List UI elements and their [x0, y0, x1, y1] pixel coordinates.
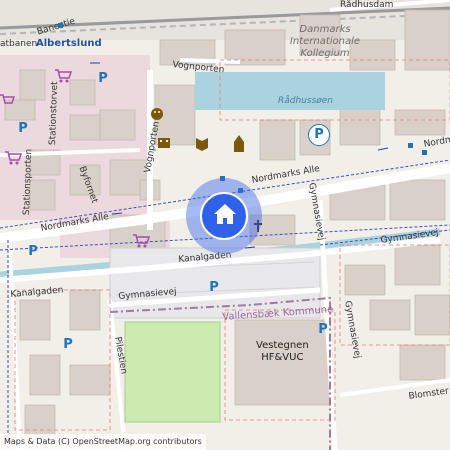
school-label-line1: Vestegnen [256, 340, 309, 351]
street-label-radhusdam: Rådhusdam [340, 0, 394, 10]
school-label[interactable]: Vestegnen HF&VUC [256, 340, 309, 364]
map-attribution[interactable]: Maps & Data (C) OpenStreetMap.org contri… [0, 434, 206, 450]
parking-icon[interactable]: P [96, 72, 110, 86]
parking-icon[interactable]: P [316, 323, 330, 337]
map-view[interactable]: Albertslund atbanen Banestie Rådhusdam V… [0, 0, 450, 450]
kollegium-label-line3: Kollegium [300, 48, 350, 59]
school-label-line2: HF&VUC [261, 352, 304, 363]
parking-icon[interactable]: P [61, 338, 75, 352]
kollegium-label-line1: Danmarks [299, 24, 351, 35]
parking-icon[interactable]: P [207, 281, 221, 295]
kollegium-label-line2: Internationale [289, 36, 361, 47]
parking-icon-letter: P [314, 127, 324, 142]
sports-field [124, 321, 221, 423]
parking-icon[interactable]: P [16, 122, 30, 136]
street-label-atbanen: atbanen [0, 39, 38, 49]
kollegium-label[interactable]: Danmarks Internationale Kollegium [270, 24, 380, 60]
station-label[interactable]: Albertslund [36, 38, 102, 49]
lake-label: Rådhussøen [278, 96, 334, 106]
parking-icon[interactable]: P [26, 245, 40, 259]
home-icon [214, 204, 236, 224]
parking-icon[interactable]: P [308, 124, 330, 146]
